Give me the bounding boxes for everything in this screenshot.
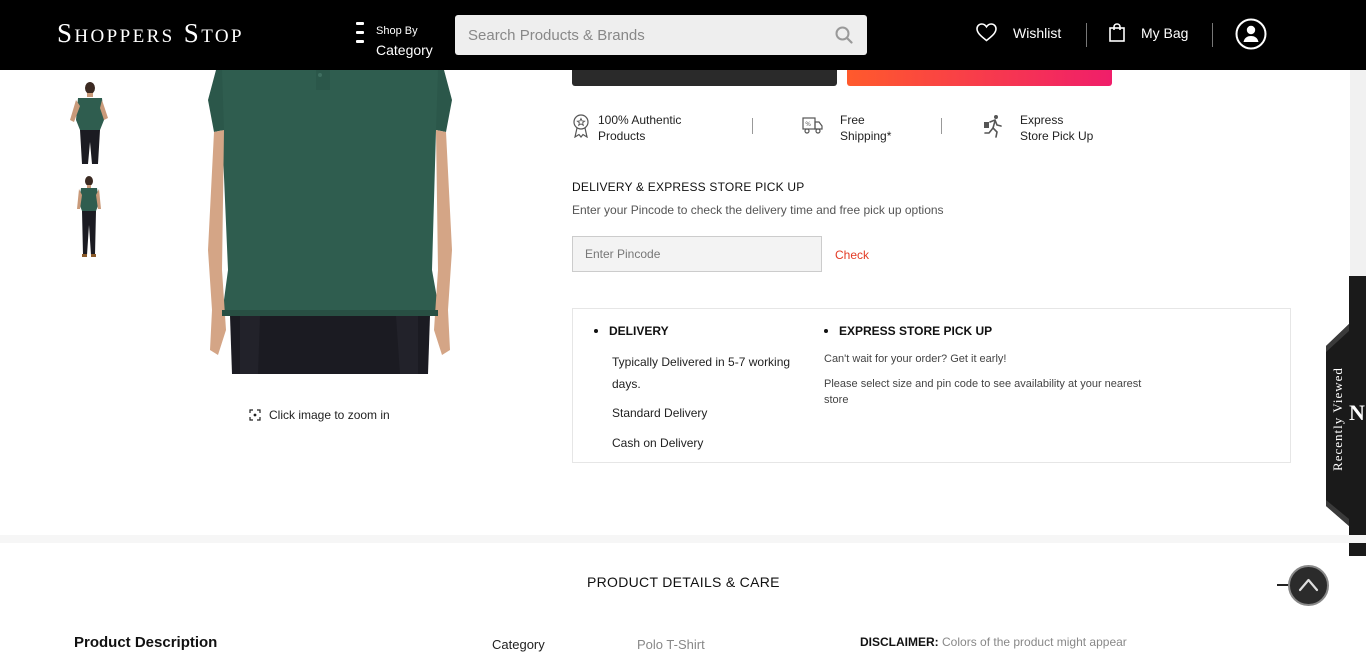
express-heading-label: EXPRESS STORE PICK UP	[839, 324, 993, 338]
truck-icon: %	[802, 117, 823, 134]
search-bar	[455, 15, 867, 55]
usp-express-pickup: Express Store Pick Up	[983, 112, 1093, 144]
menu-icon	[356, 22, 364, 46]
zoom-icon	[249, 409, 261, 421]
delivery-heading-label: DELIVERY	[609, 324, 669, 338]
usp-free-shipping: % Free Shipping*	[802, 112, 891, 144]
category-label: Category	[376, 42, 433, 58]
usp-line-1: Express	[1020, 113, 1064, 127]
disclaimer-text: Colors of the product might appear	[942, 635, 1127, 649]
pincode-input[interactable]	[572, 236, 822, 272]
express-availability-text: Please select size and pin code to see a…	[824, 376, 1174, 408]
bullet-icon	[594, 329, 598, 333]
header-divider	[1086, 23, 1087, 47]
usp-divider	[941, 118, 942, 134]
bullet-icon	[824, 329, 828, 333]
express-line-3: store	[824, 394, 849, 406]
usp-divider	[752, 118, 753, 134]
disclaimer-label: DISCLAIMER:	[860, 635, 939, 649]
product-thumbnail[interactable]	[66, 175, 112, 259]
check-pincode-button[interactable]: Check	[835, 248, 869, 262]
category-value: Polo T-Shirt	[637, 637, 705, 652]
express-line-1: Can't wait for your order? Get it early!	[824, 353, 1007, 365]
heart-icon	[976, 23, 997, 42]
search-input[interactable]	[455, 15, 825, 55]
usp-authentic: 100% Authentic Products	[572, 112, 681, 144]
section-divider	[0, 535, 1366, 543]
usp-line-1: Free	[840, 113, 865, 127]
express-heading: EXPRESS STORE PICK UP	[824, 324, 992, 338]
category-key: Category	[492, 637, 545, 652]
scrollbar[interactable]	[1350, 70, 1366, 276]
delivery-heading: DELIVERY	[594, 324, 669, 338]
delivery-time-text: Typically Delivered in 5-7 working days.	[612, 351, 790, 395]
express-line-2: Please select size and pin code to see a…	[824, 378, 1142, 390]
usp-line-2: Store Pick Up	[1020, 129, 1094, 143]
scroll-to-top-button[interactable]	[1288, 565, 1329, 606]
my-bag-link[interactable]: My Bag	[1109, 23, 1188, 42]
buy-now-button[interactable]	[847, 70, 1112, 86]
search-icon[interactable]	[835, 26, 853, 44]
delivery-title: DELIVERY & EXPRESS STORE PICK UP	[572, 180, 805, 194]
delivery-subtitle: Enter your Pincode to check the delivery…	[572, 203, 944, 217]
recently-viewed-label-wrap: Recently Viewed	[1327, 360, 1349, 478]
badge-icon	[573, 114, 589, 138]
product-thumbnail[interactable]	[66, 80, 112, 164]
standard-delivery: Standard Delivery	[612, 406, 708, 420]
bag-label: My Bag	[1141, 24, 1189, 41]
product-details-title[interactable]: PRODUCT DETAILS & CARE	[587, 574, 780, 590]
shop-by-label: Shop By	[376, 25, 418, 37]
product-main-image[interactable]	[200, 70, 460, 374]
recently-viewed-initial: N	[1349, 400, 1365, 425]
usp-line-1: 100% Authentic	[598, 113, 682, 127]
header: Shoppers Stop Shop By Category Wishlist …	[0, 0, 1366, 70]
header-divider	[1212, 23, 1213, 47]
shopping-bag-icon	[1109, 23, 1125, 42]
usp-line-2: Shipping*	[840, 129, 892, 143]
logo-text: Shoppers Stop	[57, 18, 244, 48]
cash-on-delivery: Cash on Delivery	[612, 436, 704, 450]
recently-viewed-label: Recently Viewed	[1330, 367, 1345, 471]
usp-line-2: Products	[598, 129, 646, 143]
product-description-heading: Product Description	[74, 634, 218, 651]
runner-icon	[984, 115, 1002, 138]
disclaimer: DISCLAIMER: Colors of the product might …	[860, 635, 1127, 649]
wishlist-label: Wishlist	[1013, 24, 1062, 41]
wishlist-link[interactable]: Wishlist	[976, 23, 1061, 42]
add-to-bag-button[interactable]	[572, 70, 837, 86]
chevron-up-icon	[1298, 578, 1319, 592]
logo[interactable]: Shoppers Stop	[57, 18, 244, 49]
zoom-hint[interactable]: Click image to zoom in	[249, 408, 390, 422]
account-icon[interactable]	[1235, 18, 1267, 50]
delivery-line-1: Typically Delivered in 5-7 working	[612, 355, 791, 369]
delivery-line-2: days.	[612, 377, 641, 391]
svg-text:%: %	[805, 121, 811, 128]
zoom-hint-label: Click image to zoom in	[269, 408, 390, 422]
